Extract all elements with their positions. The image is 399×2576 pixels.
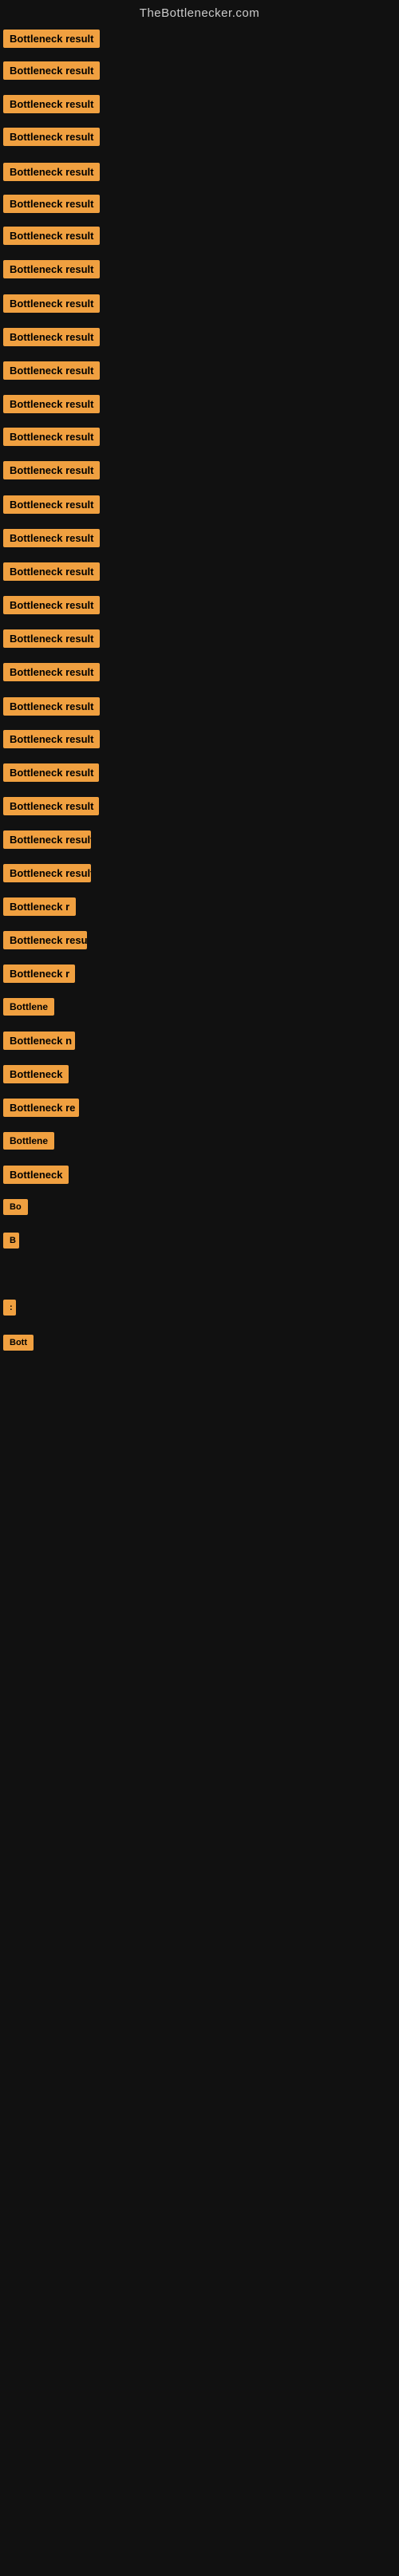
- bottleneck-label-0: Bottleneck result: [3, 30, 100, 52]
- bottleneck-label-26: Bottleneck r: [3, 897, 76, 920]
- bottleneck-label-15: Bottleneck result: [3, 529, 100, 551]
- bottleneck-label-20: Bottleneck result: [3, 697, 100, 720]
- bottleneck-label-7: Bottleneck result: [3, 260, 100, 282]
- bottleneck-label-35: Bo: [3, 1199, 28, 1219]
- bottleneck-label-18: Bottleneck result: [3, 629, 100, 652]
- bottleneck-label-27: Bottleneck result: [3, 931, 87, 953]
- bottleneck-label-10: Bottleneck result: [3, 361, 100, 384]
- bottleneck-label-3: Bottleneck result: [3, 128, 100, 150]
- site-title: TheBottlenecker.com: [0, 0, 399, 23]
- bottleneck-label-16: Bottleneck result: [3, 562, 100, 585]
- bottleneck-label-28: Bottleneck r: [3, 965, 75, 987]
- bottleneck-label-32: Bottleneck re: [3, 1099, 79, 1121]
- bottleneck-label-37: :: [3, 1300, 14, 1320]
- bottleneck-label-19: Bottleneck result: [3, 663, 100, 685]
- bottleneck-label-1: Bottleneck result: [3, 61, 100, 84]
- bottleneck-label-36: B: [3, 1233, 19, 1252]
- bottleneck-label-33: Bottlene: [3, 1132, 54, 1154]
- bottleneck-label-6: Bottleneck result: [3, 227, 100, 249]
- bottleneck-label-38: Bott: [3, 1335, 34, 1355]
- bottleneck-label-13: Bottleneck result: [3, 461, 100, 483]
- bottleneck-label-25: Bottleneck result: [3, 864, 91, 886]
- bottleneck-label-29: Bottlene: [3, 998, 54, 1020]
- bottleneck-label-23: Bottleneck result: [3, 797, 99, 819]
- bottleneck-label-14: Bottleneck result: [3, 495, 100, 518]
- bottleneck-label-12: Bottleneck result: [3, 428, 100, 450]
- bottleneck-label-22: Bottleneck result: [3, 763, 99, 786]
- bottleneck-label-34: Bottleneck: [3, 1166, 69, 1188]
- bottleneck-label-31: Bottleneck: [3, 1065, 69, 1087]
- bottleneck-label-4: Bottleneck result: [3, 163, 100, 185]
- bottleneck-label-21: Bottleneck result: [3, 730, 100, 752]
- bottleneck-label-2: Bottleneck result: [3, 95, 100, 117]
- bottleneck-label-24: Bottleneck result: [3, 830, 91, 853]
- bottleneck-label-30: Bottleneck n: [3, 1032, 75, 1054]
- bottleneck-label-9: Bottleneck result: [3, 328, 100, 350]
- bottleneck-label-17: Bottleneck result: [3, 596, 100, 618]
- bottleneck-label-11: Bottleneck result: [3, 395, 100, 417]
- bottleneck-label-8: Bottleneck result: [3, 294, 100, 317]
- bottleneck-label-5: Bottleneck result: [3, 195, 100, 217]
